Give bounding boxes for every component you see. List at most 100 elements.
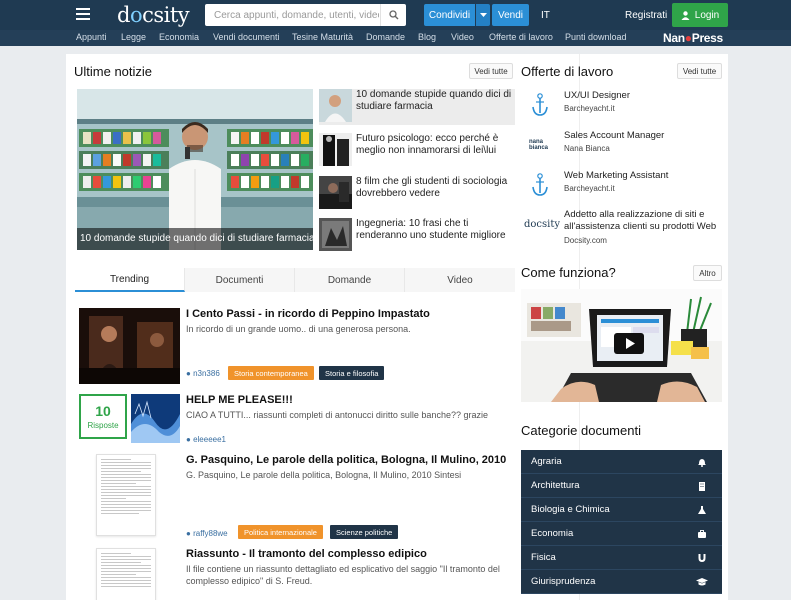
job-title[interactable]: Sales Account Manager [564,130,724,142]
nav-item-appunti[interactable]: Appunti [76,32,107,42]
feed-item[interactable]: G. Pasquino, Le parole della politica, B… [75,454,514,540]
job-company: Docsity.com [564,236,607,245]
news-item-text: Futuro psicologo: ecco perché è meglio n… [356,133,499,156]
featured-news-image [77,89,313,250]
tab-documenti[interactable]: Documenti [185,268,295,292]
tag-politica-internazionale[interactable]: Politica internazionale [238,525,323,539]
answers-count-box: 10 Risposte [79,394,127,439]
news-item[interactable]: Futuro psicologo: ecco perché è meglio n… [319,133,515,169]
feed-item-author[interactable]: ● n3n386 [186,369,220,378]
document-thumbnail [96,454,156,536]
news-item[interactable]: Ingegneria: 10 frasi che ti renderanno u… [319,218,515,254]
author-name: eleeeee1 [193,435,226,444]
nav-item-punti-download[interactable]: Punti download [565,32,627,42]
feed-item[interactable]: 10 Risposte HELP ME PLEASE!!! CIAO A TUT… [75,394,514,446]
video-preview-image [521,289,722,402]
user-icon: ● [186,369,191,378]
nana-bianca-logo-text: nana bianca [529,139,549,151]
category-label: Economia [531,528,574,539]
feed-item-title[interactable]: I Cento Passi - in ricordo di Peppino Im… [186,308,430,320]
job-title[interactable]: Addetto alla realizzazione di siti e all… [564,209,724,233]
job-title[interactable]: UX/UI Designer [564,90,724,102]
category-label: Biologia e Chimica [531,504,610,515]
job-company: Barcheyacht.it [564,104,615,113]
job-item[interactable]: nana bianca Sales Account Manager Nana B… [522,130,722,162]
search-box [205,4,406,26]
search-input[interactable] [205,4,379,26]
news-item[interactable]: 8 film che gli studenti di sociologia do… [319,176,515,212]
category-nav: Appunti Legge Economia Vendi documenti T… [0,30,791,46]
category-fisica[interactable]: Fisica [521,546,722,570]
jobs-see-all-button[interactable]: Vedi tutte [677,63,722,79]
news-thumbnail [319,218,352,251]
feed-item-title[interactable]: Riassunto - Il tramonto del complesso ed… [186,548,427,560]
nav-item-economia[interactable]: Economia [159,32,199,42]
author-name: n3n386 [193,369,220,378]
register-link[interactable]: Registrati [625,10,667,21]
job-company: Nana Bianca [564,144,610,153]
question-thumbnail [131,394,180,443]
categories-list: Agraria Architettura Biologia e Chimica … [521,450,722,594]
tab-trending[interactable]: Trending [75,268,185,292]
news-thumbnail [319,133,352,166]
nanopress-logo[interactable]: Nan●Press [663,31,723,45]
feed-item[interactable]: Riassunto - Il tramonto del complesso ed… [75,548,514,600]
feed-item-description: Il file contiene un riassunto dettagliat… [186,564,500,586]
job-item[interactable]: Web Marketing Assistant Barcheyacht.it [522,170,722,202]
nav-item-blog[interactable]: Blog [418,32,436,42]
docsity-logo[interactable]: docsity [117,3,190,27]
search-button[interactable] [380,4,406,26]
user-icon [681,10,690,20]
language-selector[interactable]: IT [541,10,550,21]
document-thumbnail [96,548,156,600]
user-icon: ● [186,529,191,538]
categories-title: Categorie documenti [521,423,641,438]
nav-item-offerte-lavoro[interactable]: Offerte di lavoro [489,32,553,42]
category-architettura[interactable]: Architettura [521,474,722,498]
tag-storia-contemporanea[interactable]: Storia contemporanea [228,366,314,380]
flask-icon [696,504,708,516]
feed-item[interactable]: I Cento Passi - in ricordo di Peppino Im… [75,308,514,384]
job-item[interactable]: UX/UI Designer Barcheyacht.it [522,90,722,122]
docsity-small-logo: docsity [522,209,562,239]
nav-item-legge[interactable]: Legge [121,32,146,42]
login-button[interactable]: Login [672,3,728,27]
how-it-works-more-button[interactable]: Altro [693,265,722,281]
how-it-works-video[interactable] [521,289,722,402]
tag-storia-filosofia[interactable]: Storia e filosofia [319,366,385,380]
nav-item-domande[interactable]: Domande [366,32,405,42]
share-button[interactable]: Condividi [424,4,475,26]
job-item[interactable]: docsity Addetto alla realizzazione di si… [522,209,722,249]
menu-icon[interactable] [76,8,90,20]
tab-domande[interactable]: Domande [295,268,405,292]
news-see-all-button[interactable]: Vedi tutte [469,63,513,79]
feed-item-author[interactable]: ● eleeeee1 [186,435,226,444]
caret-down-icon [479,12,487,17]
news-thumbnail [319,176,352,209]
category-agraria[interactable]: Agraria [521,450,722,474]
main-content: Ultime notizie Vedi tutte 10 domande stu… [66,54,728,600]
featured-news[interactable]: 10 domande stupide quando dici di studia… [77,89,313,250]
feed-item-author[interactable]: ● raffy88we [186,529,228,538]
answers-count: 10 [95,403,111,419]
category-biologia-chimica[interactable]: Biologia e Chimica [521,498,722,522]
category-label: Architettura [531,480,580,491]
sell-button[interactable]: Vendi [492,4,529,26]
feed-item-title[interactable]: G. Pasquino, Le parole della politica, B… [186,454,506,466]
job-title[interactable]: Web Marketing Assistant [564,170,724,182]
news-item[interactable]: 10 domande stupide quando dici di studia… [319,89,515,125]
top-header: docsity Condividi Vendi IT Registrati Lo… [0,0,791,30]
nav-item-tesine-maturita[interactable]: Tesine Maturità [292,32,353,42]
search-icon [388,10,398,20]
tag-scienze-politiche[interactable]: Scienze politiche [330,525,399,539]
category-giurisprudenza[interactable]: Giurisprudenza [521,570,722,594]
category-economia[interactable]: Economia [521,522,722,546]
building-icon [696,480,708,492]
share-dropdown-button[interactable] [476,4,490,26]
nav-item-video[interactable]: Video [451,32,474,42]
nav-item-vendi-documenti[interactable]: Vendi documenti [213,32,280,42]
docsity-small-logo-text: docsity [523,218,561,230]
feed-item-title[interactable]: HELP ME PLEASE!!! [186,394,293,406]
tab-video[interactable]: Video [405,268,515,292]
jobs-title: Offerte di lavoro [521,64,614,79]
